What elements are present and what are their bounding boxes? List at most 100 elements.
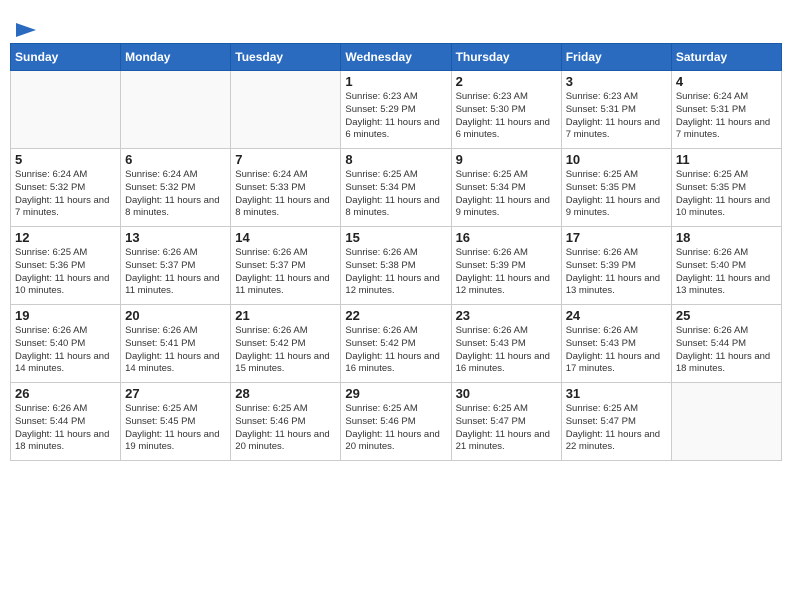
cell-content: Sunrise: 6:24 AMSunset: 5:32 PMDaylight:… (15, 169, 116, 220)
calendar-cell: 19 Sunrise: 6:26 AMSunset: 5:40 PMDayligh… (11, 305, 121, 383)
calendar-cell: 8 Sunrise: 6:25 AMSunset: 5:34 PMDaylight… (341, 149, 451, 227)
cell-content: Sunrise: 6:23 AMSunset: 5:31 PMDaylight:… (566, 91, 667, 142)
cell-content: Sunrise: 6:25 AMSunset: 5:45 PMDaylight:… (125, 403, 226, 454)
cell-content: Sunrise: 6:25 AMSunset: 5:47 PMDaylight:… (456, 403, 557, 454)
calendar-cell: 29 Sunrise: 6:25 AMSunset: 5:46 PMDayligh… (341, 383, 451, 461)
calendar-cell: 12Sunrise: 6:25 AMSunset: 5:36 PMDayligh… (11, 227, 121, 305)
calendar-week-row: 1Sunrise: 6:23 AMSunset: 5:29 PMDaylight… (11, 71, 782, 149)
day-number: 22 (345, 308, 446, 323)
day-number: 3 (566, 74, 667, 89)
calendar-cell (11, 71, 121, 149)
cell-content: Sunrise: 6:24 AMSunset: 5:33 PMDaylight:… (235, 169, 336, 220)
cell-content: Sunrise: 6:26 AMSunset: 5:38 PMDaylight:… (345, 247, 446, 298)
day-number: 9 (456, 152, 557, 167)
logo-flag-icon (16, 23, 36, 37)
day-number: 4 (676, 74, 777, 89)
day-number: 17 (566, 230, 667, 245)
cell-content: Sunrise: 6:25 AMSunset: 5:34 PMDaylight:… (345, 169, 446, 220)
day-number: 30 (456, 386, 557, 401)
day-number: 7 (235, 152, 336, 167)
calendar-cell: 7 Sunrise: 6:24 AMSunset: 5:33 PMDaylight… (231, 149, 341, 227)
cell-content: Sunrise: 6:26 AMSunset: 5:37 PMDaylight:… (235, 247, 336, 298)
calendar-cell: 14 Sunrise: 6:26 AMSunset: 5:37 PMDayligh… (231, 227, 341, 305)
calendar-cell: 20Sunrise: 6:26 AMSunset: 5:41 PMDayligh… (121, 305, 231, 383)
day-number: 26 (15, 386, 116, 401)
cell-content: Sunrise: 6:26 AMSunset: 5:37 PMDaylight:… (125, 247, 226, 298)
calendar-week-row: 19 Sunrise: 6:26 AMSunset: 5:40 PMDayligh… (11, 305, 782, 383)
logo (14, 16, 36, 39)
calendar-table: SundayMondayTuesdayWednesdayThursdayFrid… (10, 43, 782, 461)
calendar-cell: 2 Sunrise: 6:23 AMSunset: 5:30 PMDaylight… (451, 71, 561, 149)
cell-content: Sunrise: 6:26 AMSunset: 5:44 PMDaylight:… (15, 403, 116, 454)
cell-content: Sunrise: 6:25 AMSunset: 5:36 PMDaylight:… (15, 247, 116, 298)
cell-content: Sunrise: 6:26 AMSunset: 5:42 PMDaylight:… (345, 325, 446, 376)
day-number: 13 (125, 230, 226, 245)
calendar-cell: 18 Sunrise: 6:26 AMSunset: 5:40 PMDayligh… (671, 227, 781, 305)
day-number: 15 (345, 230, 446, 245)
column-header-wednesday: Wednesday (341, 44, 451, 71)
cell-content: Sunrise: 6:26 AMSunset: 5:42 PMDaylight:… (235, 325, 336, 376)
calendar-cell: 4 Sunrise: 6:24 AMSunset: 5:31 PMDaylight… (671, 71, 781, 149)
cell-content: Sunrise: 6:26 AMSunset: 5:44 PMDaylight:… (676, 325, 777, 376)
day-number: 6 (125, 152, 226, 167)
cell-content: Sunrise: 6:25 AMSunset: 5:35 PMDaylight:… (566, 169, 667, 220)
cell-content: Sunrise: 6:26 AMSunset: 5:39 PMDaylight:… (566, 247, 667, 298)
cell-content: Sunrise: 6:23 AMSunset: 5:30 PMDaylight:… (456, 91, 557, 142)
calendar-cell (671, 383, 781, 461)
day-number: 5 (15, 152, 116, 167)
cell-content: Sunrise: 6:26 AMSunset: 5:39 PMDaylight:… (456, 247, 557, 298)
day-number: 28 (235, 386, 336, 401)
calendar-cell: 1Sunrise: 6:23 AMSunset: 5:29 PMDaylight… (341, 71, 451, 149)
day-number: 16 (456, 230, 557, 245)
calendar-cell: 27 Sunrise: 6:25 AMSunset: 5:45 PMDayligh… (121, 383, 231, 461)
day-number: 29 (345, 386, 446, 401)
calendar-cell: 17 Sunrise: 6:26 AMSunset: 5:39 PMDayligh… (561, 227, 671, 305)
calendar-cell: 16 Sunrise: 6:26 AMSunset: 5:39 PMDayligh… (451, 227, 561, 305)
calendar-week-row: 5 Sunrise: 6:24 AMSunset: 5:32 PMDaylight… (11, 149, 782, 227)
day-number: 18 (676, 230, 777, 245)
day-number: 31 (566, 386, 667, 401)
calendar-cell: 5 Sunrise: 6:24 AMSunset: 5:32 PMDaylight… (11, 149, 121, 227)
calendar-cell: 23 Sunrise: 6:26 AMSunset: 5:43 PMDayligh… (451, 305, 561, 383)
calendar-cell: 21 Sunrise: 6:26 AMSunset: 5:42 PMDayligh… (231, 305, 341, 383)
day-number: 19 (15, 308, 116, 323)
calendar-cell: 3 Sunrise: 6:23 AMSunset: 5:31 PMDaylight… (561, 71, 671, 149)
day-number: 23 (456, 308, 557, 323)
day-number: 11 (676, 152, 777, 167)
calendar-week-row: 26 Sunrise: 6:26 AMSunset: 5:44 PMDayligh… (11, 383, 782, 461)
calendar-header-row: SundayMondayTuesdayWednesdayThursdayFrid… (11, 44, 782, 71)
column-header-sunday: Sunday (11, 44, 121, 71)
day-number: 14 (235, 230, 336, 245)
cell-content: Sunrise: 6:26 AMSunset: 5:40 PMDaylight:… (15, 325, 116, 376)
day-number: 27 (125, 386, 226, 401)
calendar-cell: 25 Sunrise: 6:26 AMSunset: 5:44 PMDayligh… (671, 305, 781, 383)
column-header-thursday: Thursday (451, 44, 561, 71)
cell-content: Sunrise: 6:25 AMSunset: 5:46 PMDaylight:… (345, 403, 446, 454)
cell-content: Sunrise: 6:26 AMSunset: 5:43 PMDaylight:… (456, 325, 557, 376)
cell-content: Sunrise: 6:26 AMSunset: 5:41 PMDaylight:… (125, 325, 226, 376)
calendar-cell (231, 71, 341, 149)
calendar-cell: 26 Sunrise: 6:26 AMSunset: 5:44 PMDayligh… (11, 383, 121, 461)
cell-content: Sunrise: 6:25 AMSunset: 5:47 PMDaylight:… (566, 403, 667, 454)
day-number: 24 (566, 308, 667, 323)
day-number: 1 (345, 74, 446, 89)
column-header-monday: Monday (121, 44, 231, 71)
calendar-cell: 28 Sunrise: 6:25 AMSunset: 5:46 PMDayligh… (231, 383, 341, 461)
cell-content: Sunrise: 6:26 AMSunset: 5:40 PMDaylight:… (676, 247, 777, 298)
column-header-tuesday: Tuesday (231, 44, 341, 71)
day-number: 2 (456, 74, 557, 89)
calendar-cell: 30 Sunrise: 6:25 AMSunset: 5:47 PMDayligh… (451, 383, 561, 461)
calendar-cell: 22 Sunrise: 6:26 AMSunset: 5:42 PMDayligh… (341, 305, 451, 383)
calendar-cell (121, 71, 231, 149)
day-number: 25 (676, 308, 777, 323)
cell-content: Sunrise: 6:24 AMSunset: 5:31 PMDaylight:… (676, 91, 777, 142)
day-number: 8 (345, 152, 446, 167)
calendar-cell: 31 Sunrise: 6:25 AMSunset: 5:47 PMDayligh… (561, 383, 671, 461)
calendar-cell: 13 Sunrise: 6:26 AMSunset: 5:37 PMDayligh… (121, 227, 231, 305)
calendar-cell: 9Sunrise: 6:25 AMSunset: 5:34 PMDaylight… (451, 149, 561, 227)
cell-content: Sunrise: 6:26 AMSunset: 5:43 PMDaylight:… (566, 325, 667, 376)
calendar-cell: 6Sunrise: 6:24 AMSunset: 5:32 PMDaylight… (121, 149, 231, 227)
calendar-cell: 24 Sunrise: 6:26 AMSunset: 5:43 PMDayligh… (561, 305, 671, 383)
day-number: 21 (235, 308, 336, 323)
cell-content: Sunrise: 6:25 AMSunset: 5:46 PMDaylight:… (235, 403, 336, 454)
